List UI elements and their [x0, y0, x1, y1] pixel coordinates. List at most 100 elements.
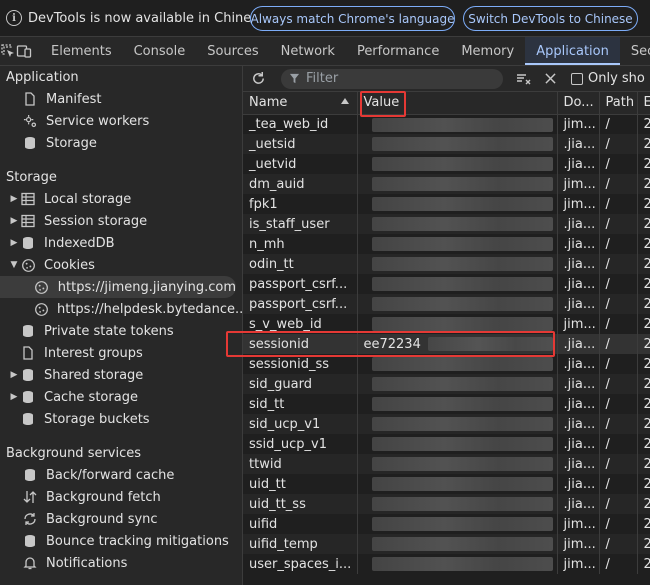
cookie-domain-cell: .jia... [557, 394, 600, 414]
tab-console[interactable]: Console [123, 37, 197, 65]
clear-all-icon[interactable] [509, 72, 539, 86]
inspect-element-icon[interactable] [0, 37, 16, 65]
table-icon [20, 191, 36, 207]
expand-arrow-icon[interactable]: ▶ [8, 194, 20, 204]
sidebar-item-notifications[interactable]: Notifications [0, 552, 242, 574]
table-row[interactable]: sessionid_ss .jia.../2 [243, 354, 650, 374]
table-row[interactable]: _uetsid .jia.../2 [243, 134, 650, 154]
refresh-icon[interactable] [243, 71, 273, 86]
cookie-name-cell: passport_csrf... [243, 294, 358, 314]
sidebar-item-local-storage[interactable]: ▶ Local storage [0, 188, 242, 210]
sidebar-item-manifest[interactable]: Manifest [0, 88, 242, 110]
sidebar-item-storage-buckets[interactable]: Storage buckets [0, 408, 242, 430]
cookie-expires-cell: 2 [637, 414, 650, 434]
table-row[interactable]: odin_tt .jia.../2 [243, 254, 650, 274]
redacted-value [371, 437, 553, 451]
column-header-name[interactable]: Name [243, 92, 358, 115]
sidebar-item-back-forward-cache[interactable]: Back/forward cache [0, 464, 242, 486]
column-header-value[interactable]: Value [357, 92, 558, 115]
table-row[interactable]: passport_csrf... .jia.../2 [243, 294, 650, 314]
cookie-expires-cell: 2 [637, 114, 650, 134]
tab-performance[interactable]: Performance [346, 37, 450, 65]
sidebar-item-indexeddb[interactable]: ▶ IndexedDB [0, 232, 242, 254]
sidebar-item-shared-storage[interactable]: ▶ Shared storage [0, 364, 242, 386]
cookie-domain-cell: .jia... [557, 494, 600, 514]
column-header-do[interactable]: Do... [557, 92, 600, 115]
table-row[interactable]: passport_csrf... .jia.../2 [243, 274, 650, 294]
expand-arrow-icon[interactable]: ▼ [8, 260, 20, 270]
cookie-path-cell: / [599, 294, 638, 314]
sidebar-item-cookies[interactable]: ▼ Cookies [0, 254, 242, 276]
cookie-value-cell [357, 194, 558, 214]
only-show-issues-checkbox[interactable]: Only sho [571, 71, 645, 86]
table-row[interactable]: uid_tt .jia.../2 [243, 474, 650, 494]
sidebar-item-private-state-tokens[interactable]: Private state tokens [0, 320, 242, 342]
tab-elements[interactable]: Elements [40, 37, 123, 65]
column-header-label: Path [605, 95, 635, 111]
table-row[interactable]: fpk1 jim.../2 [243, 194, 650, 214]
cookie-path-cell: / [599, 254, 638, 274]
delete-selected-icon[interactable] [539, 73, 561, 84]
column-header-e[interactable]: E [637, 92, 650, 115]
sidebar-item-label: Shared storage [44, 367, 144, 383]
sidebar-item-label: Private state tokens [44, 323, 174, 339]
table-row[interactable]: ttwid .jia.../2 [243, 454, 650, 474]
expand-arrow-icon[interactable]: ▶ [8, 392, 20, 402]
table-row[interactable]: ssid_ucp_v1 .jia.../2 [243, 434, 650, 454]
sidebar-item-session-storage[interactable]: ▶ Session storage [0, 210, 242, 232]
table-row[interactable]: uifid_temp jim.../2 [243, 534, 650, 554]
expand-arrow-icon[interactable]: ▶ [8, 216, 20, 226]
table-row[interactable]: uid_tt_ss .jia.../2 [243, 494, 650, 514]
cookie-value-cell [357, 454, 558, 474]
redacted-value [371, 497, 553, 511]
sidebar-item-label: Storage [46, 135, 97, 151]
table-row[interactable]: sid_tt .jia.../2 [243, 394, 650, 414]
swap-icon [22, 489, 38, 505]
cookie-name-cell: uid_tt [243, 474, 358, 494]
table-row[interactable]: sid_guard .jia.../2 [243, 374, 650, 394]
sidebar-item-bounce-tracking-mitigations[interactable]: Bounce tracking mitigations [0, 530, 242, 552]
tab-sources[interactable]: Sources [196, 37, 269, 65]
cookie-name-cell: _uetsid [243, 134, 358, 154]
tab-application[interactable]: Application [525, 37, 620, 65]
table-row[interactable]: user_spaces_i... jim.../2 [243, 554, 650, 574]
tab-network[interactable]: Network [270, 37, 346, 65]
cookie-value-cell: ee72234 [357, 334, 558, 354]
table-row[interactable]: n_mh .jia.../2 [243, 234, 650, 254]
cookie-origin-item[interactable]: https://helpdesk.bytedance... [0, 298, 242, 320]
sidebar-item-cache-storage[interactable]: ▶ Cache storage [0, 386, 242, 408]
table-row[interactable]: sid_ucp_v1 .jia.../2 [243, 414, 650, 434]
tab-secu[interactable]: Secu [620, 37, 650, 65]
checkbox-box[interactable] [571, 72, 583, 85]
cookie-expires-cell: 2 [637, 354, 650, 374]
switch-to-chinese-button[interactable]: Switch DevTools to Chinese [463, 6, 638, 31]
expand-arrow-icon[interactable]: ▶ [8, 238, 20, 248]
cookie-domain-cell: jim... [557, 314, 600, 334]
always-match-language-button[interactable]: Always match Chrome's language [250, 6, 455, 31]
sidebar-item-interest-groups[interactable]: Interest groups [0, 342, 242, 364]
database-icon [20, 389, 36, 405]
tab-memory[interactable]: Memory [450, 37, 525, 65]
table-row[interactable]: _tea_web_id jim.../2 [243, 114, 650, 134]
table-row[interactable]: _uetvid .jia.../2 [243, 154, 650, 174]
cookie-domain-cell: .jia... [557, 354, 600, 374]
table-row[interactable]: sessionid ee72234 .jia.../2 [243, 334, 650, 354]
table-row[interactable]: dm_auid jim.../2 [243, 174, 650, 194]
table-row[interactable]: s_v_web_id jim.../2 [243, 314, 650, 334]
table-row[interactable]: uifid jim.../2 [243, 514, 650, 534]
cookie-name-cell: _uetvid [243, 154, 358, 174]
sidebar-item-service-workers[interactable]: Service workers [0, 110, 242, 132]
column-header-path[interactable]: Path [599, 92, 638, 115]
cookie-origin-item[interactable]: https://jimeng.jianying.com [0, 276, 236, 298]
expand-arrow-icon[interactable]: ▶ [8, 370, 20, 380]
device-toolbar-icon[interactable] [16, 37, 32, 65]
cookie-expires-cell: 2 [637, 274, 650, 294]
sidebar-item-storage[interactable]: Storage [0, 132, 242, 154]
sidebar-item-background-fetch[interactable]: Background fetch [0, 486, 242, 508]
cookie-origin-label: https://helpdesk.bytedance... [57, 301, 243, 317]
filter-input[interactable]: Filter [281, 68, 503, 89]
sidebar-item-background-sync[interactable]: Background sync [0, 508, 242, 530]
redacted-value [371, 557, 553, 571]
cookie-expires-cell: 2 [637, 514, 650, 534]
table-row[interactable]: is_staff_user .jia.../2 [243, 214, 650, 234]
